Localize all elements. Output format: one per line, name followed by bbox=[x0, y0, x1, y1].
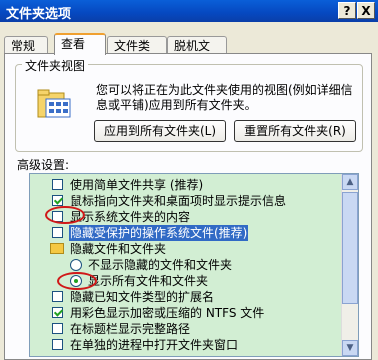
close-button[interactable]: X bbox=[357, 2, 375, 19]
list-item-label: 在标题栏显示完整路径 bbox=[70, 322, 191, 336]
title-bar: 文件夹选项 ? X bbox=[0, 0, 378, 22]
folder-view-title: 文件夹视图 bbox=[22, 57, 89, 74]
checkbox[interactable] bbox=[52, 339, 63, 350]
folder-views-icon bbox=[37, 89, 71, 118]
list-item-label: 显示系统文件夹的内容 bbox=[70, 210, 191, 224]
checkbox[interactable] bbox=[52, 291, 63, 302]
view-tab-panel: 文件夹视图 您可以将正在为此文件夹使用的视图(例如详细信息或平铺)应用到所有文件… bbox=[4, 53, 372, 360]
list-item-label: 鼠标指向文件夹和桌面项时显示提示信息 bbox=[70, 194, 287, 208]
scroll-thumb[interactable] bbox=[342, 192, 358, 304]
list-item-label: 隐藏已知文件类型的扩展名 bbox=[70, 290, 215, 304]
apply-to-all-folders-button[interactable]: 应用到所有文件夹(L) bbox=[94, 120, 226, 142]
list-item-label: 用彩色显示加密或压缩的 NTFS 文件 bbox=[70, 306, 265, 320]
vertical-scrollbar[interactable]: ▲ ▼ bbox=[341, 174, 358, 356]
scroll-up-icon[interactable]: ▲ bbox=[342, 174, 358, 190]
checkbox[interactable] bbox=[52, 179, 63, 190]
window-title: 文件夹选项 bbox=[6, 7, 72, 22]
tab-view[interactable]: 查看 bbox=[54, 33, 106, 55]
advanced-settings-list[interactable]: 使用简单文件共享 (推荐) 鼠标指向文件夹和桌面项时显示提示信息 显示系统文件夹… bbox=[29, 173, 359, 357]
checkbox[interactable] bbox=[52, 227, 63, 238]
advanced-settings-label: 高级设置: bbox=[17, 158, 70, 172]
tab-file-types[interactable]: 文件类型 bbox=[107, 36, 167, 71]
help-button[interactable]: ? bbox=[338, 2, 356, 19]
reset-all-folders-button[interactable]: 重置所有文件夹(R) bbox=[234, 120, 356, 142]
folder-icon bbox=[50, 243, 64, 254]
tab-offline-files[interactable]: 脱机文件 bbox=[167, 36, 227, 71]
checkbox[interactable] bbox=[52, 307, 63, 318]
checkbox[interactable] bbox=[52, 195, 63, 206]
folder-view-description: 您可以将正在为此文件夹使用的视图(例如详细信息或平铺)应用到所有文件夹。 bbox=[96, 83, 353, 112]
checkbox[interactable] bbox=[52, 323, 63, 334]
list-item-label: 显示所有文件和文件夹 bbox=[88, 274, 209, 288]
list-item-label: 在单独的进程中打开文件夹窗口 bbox=[70, 338, 239, 352]
tab-general[interactable]: 常规 bbox=[4, 36, 48, 54]
folder-view-group: 文件夹视图 您可以将正在为此文件夹使用的视图(例如详细信息或平铺)应用到所有文件… bbox=[15, 57, 363, 152]
checkbox[interactable] bbox=[52, 211, 63, 222]
list-item-label: 隐藏受保护的操作系统文件(推荐) bbox=[69, 225, 249, 241]
list-item-label: 隐藏文件和文件夹 bbox=[70, 242, 167, 256]
list-item-label: 使用简单文件共享 (推荐) bbox=[70, 178, 204, 192]
radio-button[interactable] bbox=[70, 275, 82, 287]
list-item-label: 不显示隐藏的文件和文件夹 bbox=[88, 258, 233, 272]
radio-button[interactable] bbox=[70, 259, 82, 271]
scroll-down-icon[interactable]: ▼ bbox=[342, 340, 358, 356]
